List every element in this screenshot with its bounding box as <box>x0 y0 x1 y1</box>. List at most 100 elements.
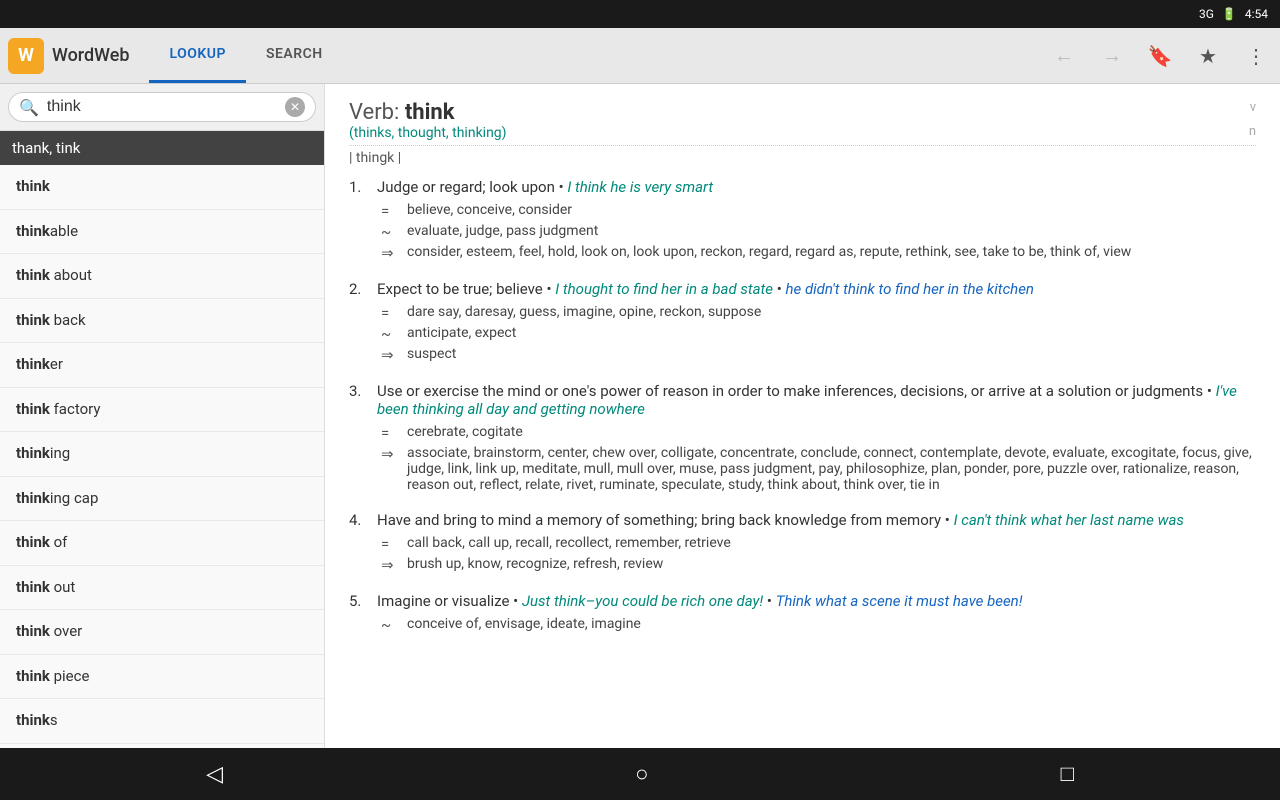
synonym-list: brush up, know, recognize, refresh, revi… <box>407 556 663 574</box>
synonym-row: ⇒associate, brainstorm, center, chew ove… <box>381 445 1256 493</box>
definition-item: 5. Imagine or visualize • Just think–you … <box>349 592 1256 634</box>
definition-number-row: 3.Use or exercise the mind or one's powe… <box>349 382 1256 418</box>
synonym-symbol: ⇒ <box>381 556 399 574</box>
definition-number-row: 5. Imagine or visualize • Just think–you … <box>349 592 1256 610</box>
synonym-list: believe, conceive, consider <box>407 202 572 220</box>
signal-indicator: 3G <box>1199 7 1214 21</box>
star-icon[interactable]: ★ <box>1192 40 1224 72</box>
list-item[interactable]: think <box>0 165 324 210</box>
synonym-row: ~ evaluate, judge, pass judgment <box>381 223 1256 241</box>
content-panel: v n Verb: think (thinks, thought, thinki… <box>325 84 1280 748</box>
list-item[interactable]: think of <box>0 521 324 566</box>
bookmark-icon[interactable]: 🔖 <box>1144 40 1176 72</box>
synonym-symbol: ~ <box>381 616 399 634</box>
def-number: 2. <box>349 280 369 298</box>
def-number: 4. <box>349 511 369 529</box>
synonym-list: suspect <box>407 346 456 364</box>
synonym-row: =dare say, daresay, guess, imagine, opin… <box>381 304 1256 322</box>
synonym-list: consider, esteem, feel, hold, look on, l… <box>407 244 1131 262</box>
synonym-row: = cerebrate, cogitate <box>381 424 1256 442</box>
main-content: 🔍 ✕ thank, tink thinkthinkablethink abou… <box>0 84 1280 748</box>
def-text: Use or exercise the mind or one's power … <box>377 382 1256 418</box>
app-icon: W <box>8 38 44 74</box>
tab-search[interactable]: SEARCH <box>246 28 343 83</box>
android-home-button[interactable]: ○ <box>611 753 672 795</box>
synonym-list: dare say, daresay, guess, imagine, opine… <box>407 304 761 322</box>
list-item[interactable]: thinking cap <box>0 477 324 522</box>
forward-nav-icon[interactable]: → <box>1096 40 1128 72</box>
synonym-symbol: ~ <box>381 325 399 343</box>
synonym-symbol: ⇒ <box>381 346 399 364</box>
def-text: Have and bring to mind a memory of somet… <box>377 511 1184 529</box>
synonym-symbol: = <box>381 535 399 553</box>
synonym-row: = call back, call up, recall, recollect, … <box>381 535 1256 553</box>
definition-list: 1. Judge or regard; look upon • I think h… <box>349 178 1256 634</box>
list-item[interactable]: thinker <box>0 343 324 388</box>
synonym-row: = believe, conceive, consider <box>381 202 1256 220</box>
word-header: Verb: think (thinks, thought, thinking) … <box>349 100 1256 166</box>
definition-number-row: 1. Judge or regard; look upon • I think h… <box>349 178 1256 196</box>
synonym-list: anticipate, expect <box>407 325 516 343</box>
bottom-bar: ◁ ○ □ <box>0 748 1280 800</box>
search-box: 🔍 ✕ <box>0 84 324 131</box>
definition-item: 4. Have and bring to mind a memory of som… <box>349 511 1256 574</box>
def-text: Imagine or visualize • Just think–you co… <box>377 592 1022 610</box>
headword: think <box>405 100 455 125</box>
search-icon: 🔍 <box>19 98 39 117</box>
def-text: Judge or regard; look upon • I think he … <box>377 178 713 196</box>
list-item[interactable]: think out <box>0 566 324 611</box>
synonym-list: cerebrate, cogitate <box>407 424 523 442</box>
def-number: 3. <box>349 382 369 418</box>
word-forms: (thinks, thought, thinking) <box>349 125 1256 141</box>
nav-icons: ← → 🔖 ★ ⋮ <box>1048 40 1272 72</box>
list-item[interactable]: think factory <box>0 388 324 433</box>
list-item[interactable]: think about <box>0 254 324 299</box>
time-display: 4:54 <box>1245 7 1268 21</box>
app-title: WordWeb <box>52 45 129 66</box>
def-number: 1. <box>349 178 369 196</box>
definition-number-row: 4. Have and bring to mind a memory of som… <box>349 511 1256 529</box>
pos-n-indicator: n <box>1249 124 1256 139</box>
synonym-symbol: = <box>381 202 399 220</box>
pos-v-indicator: v <box>1250 100 1256 115</box>
list-item[interactable]: think over <box>0 610 324 655</box>
synonym-list: associate, brainstorm, center, chew over… <box>407 445 1256 493</box>
top-bar: W WordWeb LOOKUP SEARCH ← → 🔖 ★ ⋮ <box>0 28 1280 84</box>
android-recents-button[interactable]: □ <box>1037 753 1098 795</box>
list-item[interactable]: thinking <box>0 432 324 477</box>
list-item[interactable]: think piece <box>0 655 324 700</box>
tab-lookup[interactable]: LOOKUP <box>149 28 245 83</box>
part-of-speech: Verb: <box>349 100 399 125</box>
search-input-wrap: 🔍 ✕ <box>8 92 316 122</box>
list-item[interactable]: think back <box>0 299 324 344</box>
definition-item: 2. Expect to be true; believe • I thought… <box>349 280 1256 364</box>
synonym-row: ⇒consider, esteem, feel, hold, look on, … <box>381 244 1256 262</box>
def-number: 5. <box>349 592 369 610</box>
autocomplete-suggestion[interactable]: thank, tink <box>0 131 324 165</box>
synonym-symbol: ~ <box>381 223 399 241</box>
list-item[interactable]: thinkable <box>0 210 324 255</box>
status-bar: 3G 🔋 4:54 <box>0 0 1280 28</box>
battery-indicator: 🔋 <box>1222 7 1237 21</box>
synonym-row: ~ anticipate, expect <box>381 325 1256 343</box>
menu-icon[interactable]: ⋮ <box>1240 40 1272 72</box>
synonym-row: ⇒ brush up, know, recognize, refresh, rev… <box>381 556 1256 574</box>
synonym-list: evaluate, judge, pass judgment <box>407 223 598 241</box>
android-back-button[interactable]: ◁ <box>182 754 247 795</box>
definition-item: 1. Judge or regard; look upon • I think h… <box>349 178 1256 262</box>
definition-number-row: 2. Expect to be true; believe • I thought… <box>349 280 1256 298</box>
synonym-row: ⇒ suspect <box>381 346 1256 364</box>
phonetic: | thingk | <box>349 145 1256 166</box>
synonym-symbol: = <box>381 424 399 442</box>
clear-button[interactable]: ✕ <box>285 97 305 117</box>
word-list: thinkthinkablethink aboutthink backthink… <box>0 165 324 748</box>
def-text: Expect to be true; believe • I thought t… <box>377 280 1034 298</box>
tab-bar: LOOKUP SEARCH <box>149 28 342 83</box>
search-input[interactable] <box>47 98 277 116</box>
synonym-list: call back, call up, recall, recollect, r… <box>407 535 731 553</box>
sidebar: 🔍 ✕ thank, tink thinkthinkablethink abou… <box>0 84 325 748</box>
back-nav-icon[interactable]: ← <box>1048 40 1080 72</box>
word-title: Verb: think <box>349 100 1256 125</box>
list-item[interactable]: thinks <box>0 699 324 744</box>
synonym-symbol: ⇒ <box>381 445 399 493</box>
